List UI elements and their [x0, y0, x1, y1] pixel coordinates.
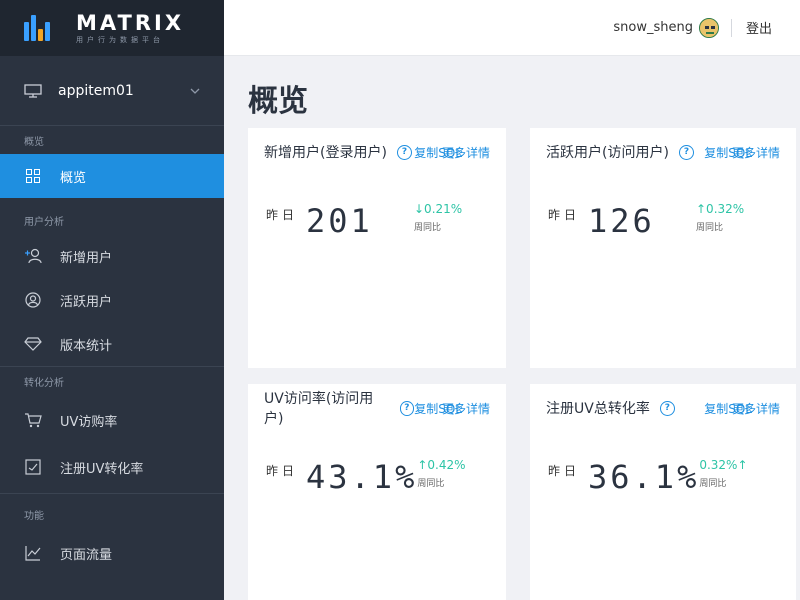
sidebar-item-new-users[interactable]: 新增用户: [0, 234, 224, 278]
yesterday-label: 昨日: [266, 208, 299, 222]
sidebar-item-label: 活跃用户: [60, 294, 113, 310]
more-details-link[interactable]: 更多详情: [442, 400, 490, 417]
user-circle-icon: [24, 291, 42, 309]
nav-group-user-analysis: 用户分析: [24, 217, 64, 228]
nav-group-features: 功能: [24, 511, 44, 522]
line-chart-icon: [24, 544, 42, 562]
chevron-down-icon: [190, 88, 200, 94]
sidebar-item-active-users[interactable]: 活跃用户: [0, 278, 224, 322]
metric-value: 201: [306, 202, 373, 240]
help-icon[interactable]: ?: [659, 400, 675, 416]
more-details-link[interactable]: 更多详情: [732, 144, 780, 161]
help-icon[interactable]: ?: [396, 144, 412, 160]
grid-icon: [24, 167, 42, 185]
yesterday-label: 昨日: [548, 208, 581, 222]
nav-group-overview: 概览: [24, 137, 44, 148]
sidebar-item-label: 注册UV转化率: [60, 461, 144, 477]
compare-label: 周同比: [414, 223, 442, 233]
card-title: 注册UV总转化率: [546, 401, 650, 417]
compare-label: 周同比: [699, 479, 727, 489]
logo-bar: MATRIX 用户行为数据平台: [0, 0, 224, 56]
nav-group-conversion: 转化分析: [24, 378, 64, 389]
more-details-link[interactable]: 更多详情: [442, 144, 490, 161]
sidebar-item-label: 概览: [60, 170, 87, 186]
compare-label: 周同比: [417, 479, 445, 489]
sidebar-item-uv-purchase-rate[interactable]: UV访购率: [0, 395, 224, 445]
change-percent: ↓0.21%: [414, 202, 463, 216]
page-title: 概览: [248, 84, 308, 119]
avatar[interactable]: [698, 17, 719, 38]
yesterday-label: 昨日: [548, 464, 581, 478]
card-title: UV访问率(访问用户): [264, 391, 374, 427]
diamond-icon: [24, 335, 42, 353]
main-content: 概览 新增用户(登录用户) ? 复制SQL 更多详情 昨日 201 ↓0.21%…: [224, 56, 800, 600]
metric-card-register-uv-conversion: 注册UV总转化率 ? 复制SQL 更多详情 昨日 36.1% 0.32%↑ 周同…: [530, 384, 796, 600]
sidebar-item-register-uv-conversion[interactable]: 注册UV转化率: [0, 445, 224, 489]
username[interactable]: snow_sheng: [613, 20, 693, 35]
sidebar-item-page-traffic[interactable]: 页面流量: [0, 528, 224, 578]
metric-card-uv-visit-rate: UV访问率(访问用户) ? 复制SQL 更多详情 昨日 43.1% ↑0.42%…: [248, 384, 506, 600]
logo-title: MATRIX: [76, 10, 185, 35]
sidebar-item-label: 版本统计: [60, 338, 113, 354]
change-percent: ↑0.42%: [417, 458, 466, 472]
top-bar: snow_sheng 登出: [224, 0, 800, 56]
header-divider: [730, 18, 732, 37]
sidebar-item-overview[interactable]: 概览: [0, 154, 224, 198]
sidebar-item-label: 页面流量: [60, 547, 113, 563]
yesterday-label: 昨日: [266, 464, 299, 478]
logo-subtitle: 用户行为数据平台: [76, 35, 164, 44]
card-title: 活跃用户(访问用户): [546, 145, 669, 161]
sidebar-item-label: 新增用户: [60, 250, 113, 266]
checkbox-icon: [24, 458, 42, 476]
monitor-icon: [24, 83, 42, 98]
card-title: 新增用户(登录用户): [264, 145, 387, 161]
cart-icon: [24, 411, 42, 429]
compare-label: 周同比: [696, 223, 724, 233]
sidebar: MATRIX 用户行为数据平台 appitem01 概览 概览 用户分析 新增用…: [0, 0, 224, 600]
metric-value: 126: [588, 202, 655, 240]
change-percent: 0.32%↑: [699, 458, 748, 472]
more-details-link[interactable]: 更多详情: [732, 400, 780, 417]
change-percent: ↑0.32%: [696, 202, 745, 216]
metric-value: 36.1%: [588, 458, 700, 496]
metric-value: 43.1%: [306, 458, 418, 496]
help-icon[interactable]: ?: [678, 144, 694, 160]
sidebar-item-version-stats[interactable]: 版本统计: [0, 322, 224, 366]
app-selector-value: appitem01: [58, 82, 134, 99]
metric-card-new-users: 新增用户(登录用户) ? 复制SQL 更多详情 昨日 201 ↓0.21% 周同…: [248, 128, 506, 368]
sidebar-item-label: UV访购率: [60, 414, 118, 430]
logout-link[interactable]: 登出: [746, 18, 772, 37]
app-selector[interactable]: appitem01: [0, 56, 224, 126]
add-user-icon: [24, 247, 42, 265]
matrix-logo-icon: [24, 15, 50, 41]
help-icon[interactable]: ?: [399, 400, 415, 416]
metric-card-active-users: 活跃用户(访问用户) ? 复制SQL 更多详情 昨日 126 ↑0.32% 周同…: [530, 128, 796, 368]
